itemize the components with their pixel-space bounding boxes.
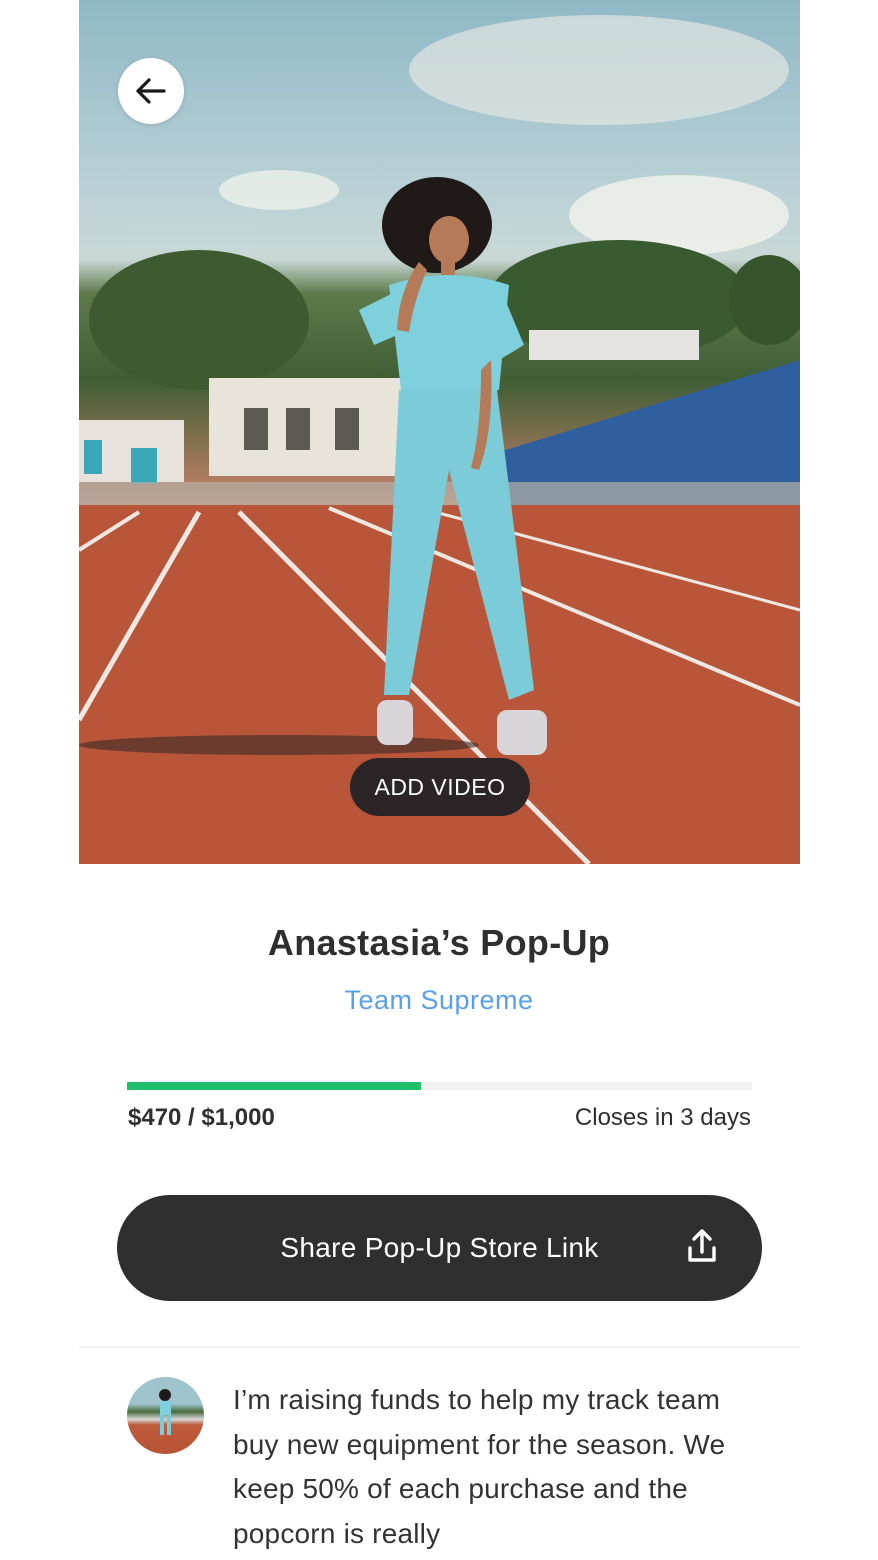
hero-photo-illustration <box>79 15 800 864</box>
avatar[interactable] <box>127 1377 204 1454</box>
team-link[interactable]: Team Supreme <box>0 985 878 1016</box>
store-description: I’m raising funds to help my track team … <box>233 1384 726 1549</box>
amount-raised: $470 / $1,000 <box>128 1104 275 1131</box>
arrow-left-icon <box>136 78 166 104</box>
fundraising-progress-bar <box>127 1082 752 1090</box>
hero-photo <box>79 0 800 864</box>
share-store-link-button[interactable]: Share Pop-Up Store Link <box>117 1195 762 1301</box>
share-upload-icon <box>688 1229 716 1262</box>
section-divider <box>79 1346 800 1348</box>
page-title: Anastasia’s Pop-Up <box>267 922 611 963</box>
back-button[interactable] <box>118 58 184 124</box>
fundraising-progress-fill <box>127 1082 421 1090</box>
add-video-button[interactable]: ADD VIDEO <box>350 758 530 816</box>
share-button-label: Share Pop-Up Store Link <box>280 1232 599 1263</box>
avatar-photo <box>159 1389 171 1435</box>
closing-countdown: Closes in 3 days <box>574 1104 751 1131</box>
